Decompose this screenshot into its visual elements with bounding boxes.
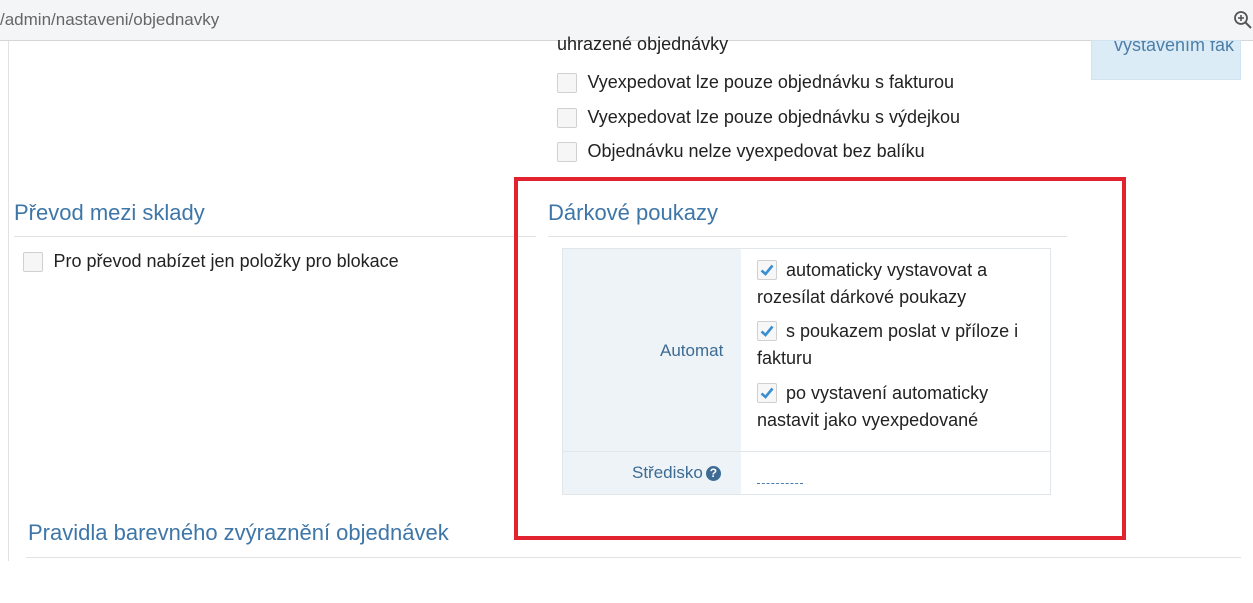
expedition-option-dispatch-note[interactable]: Vyexpedovat lze pouze objednávku s výdej…: [557, 107, 960, 128]
expedition-partial-label: uhrazené objednávky: [557, 34, 729, 54]
checkbox[interactable]: [557, 141, 577, 162]
transfer-section-title: Převod mezi sklady: [14, 200, 205, 225]
color-rules-divider: [26, 557, 1241, 558]
url-text[interactable]: /admin/nastaveni/objednavky: [0, 10, 219, 30]
expedition-option-package[interactable]: Objednávku nelze vyexpedovat bez balíku: [557, 141, 925, 162]
left-border-line: [8, 41, 9, 561]
checkbox[interactable]: [557, 107, 577, 128]
expedition-option-invoice[interactable]: Vyexpedovat lze pouze objednávku s faktu…: [557, 72, 954, 93]
highlight-frame: [514, 177, 1126, 540]
transfer-option-blocking[interactable]: Pro převod nabízet jen položky pro bloka…: [23, 251, 399, 272]
zoom-icon[interactable]: [1233, 10, 1253, 30]
color-rules-section-title: Pravidla barevného zvýraznění objednávek: [28, 520, 449, 545]
info-box: vystavením fak: [1091, 40, 1241, 80]
transfer-divider: [14, 236, 536, 237]
checkbox[interactable]: [23, 251, 43, 272]
checkbox[interactable]: [557, 72, 577, 93]
